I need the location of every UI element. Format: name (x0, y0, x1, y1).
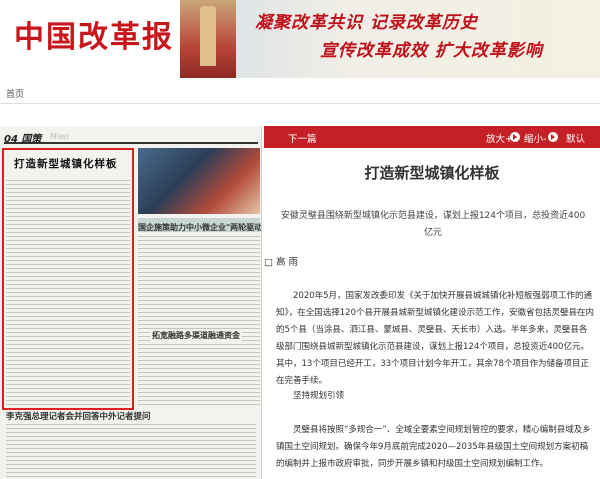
article-headline-2[interactable]: 国企施策助力中小微企业"两轮驱动" (138, 222, 261, 233)
article-paragraph: 灵璧县将按照“多规合一”、全域全要素空间规划管控的要求，精心编制县域及乡镇国土空… (276, 425, 591, 469)
page-header-bar (4, 132, 258, 144)
article-paragraph: 2020年5月，国家发改委印发《关于加快开展县城城镇化补短板强弱项工作的通知》，… (276, 291, 594, 386)
article-headline-3[interactable]: 拓宽融路多渠道融通资金 (150, 330, 242, 341)
article-headline-4[interactable]: 李克强总理记者会并回答中外记者提问 (6, 410, 151, 422)
selected-article-outline[interactable] (2, 148, 134, 410)
slogan-banner: 凝聚改革共识 记录改革历史 宣传改革成效 扩大改革影响 (180, 0, 600, 78)
article-text-block-3[interactable] (6, 424, 256, 479)
article-summary: 安徽灵璧县围绕新型城镇化示范县建设，谋划上报124个项目，总投资近400亿元 (280, 211, 586, 238)
play-icon[interactable] (510, 132, 520, 142)
slogan-line-1: 凝聚改革共识 记录改革历史 (255, 13, 478, 33)
page-number: 04 国策 (4, 134, 42, 145)
home-link[interactable]: 首页 (6, 87, 24, 100)
reset-zoom-button[interactable]: 默认 (566, 131, 585, 145)
article-text-block-2[interactable] (138, 236, 260, 406)
newspaper-page-image[interactable]: 04 国策 Mien 国企施策助力中小微企业"两轮驱动" 拓宽融路多渠道融通资金… (0, 126, 262, 479)
site-logo[interactable]: 中国改革报 (14, 12, 174, 56)
zoom-out-button[interactable]: 缩小- (524, 131, 546, 145)
article-content: 打造新型城镇化样板 安徽灵璧县围绕新型城镇化示范县建设，谋划上报124个项目，总… (264, 148, 600, 479)
news-photo[interactable] (138, 148, 260, 214)
breadcrumb: 首页 (0, 78, 600, 104)
tower-graphic (180, 0, 236, 78)
play-icon[interactable] (548, 132, 558, 142)
article-subheading: 坚持规划引领 (293, 391, 345, 401)
article-toolbar: 下一篇 放大+ 缩小- 默认 (264, 126, 600, 148)
site-banner: 中国改革报 凝聚改革共识 记录改革历史 宣传改革成效 扩大改革影响 (0, 0, 600, 78)
slogan-line-2: 宣传改革成效 扩大改革影响 (320, 41, 543, 61)
next-article-link[interactable]: 下一篇 (288, 131, 317, 145)
article-title: 打造新型城镇化样板 (364, 164, 500, 182)
zoom-in-button[interactable]: 放大+ (486, 131, 513, 145)
article-author: □ 高 雨 (264, 257, 299, 268)
page-watermark: Mien (50, 132, 70, 141)
